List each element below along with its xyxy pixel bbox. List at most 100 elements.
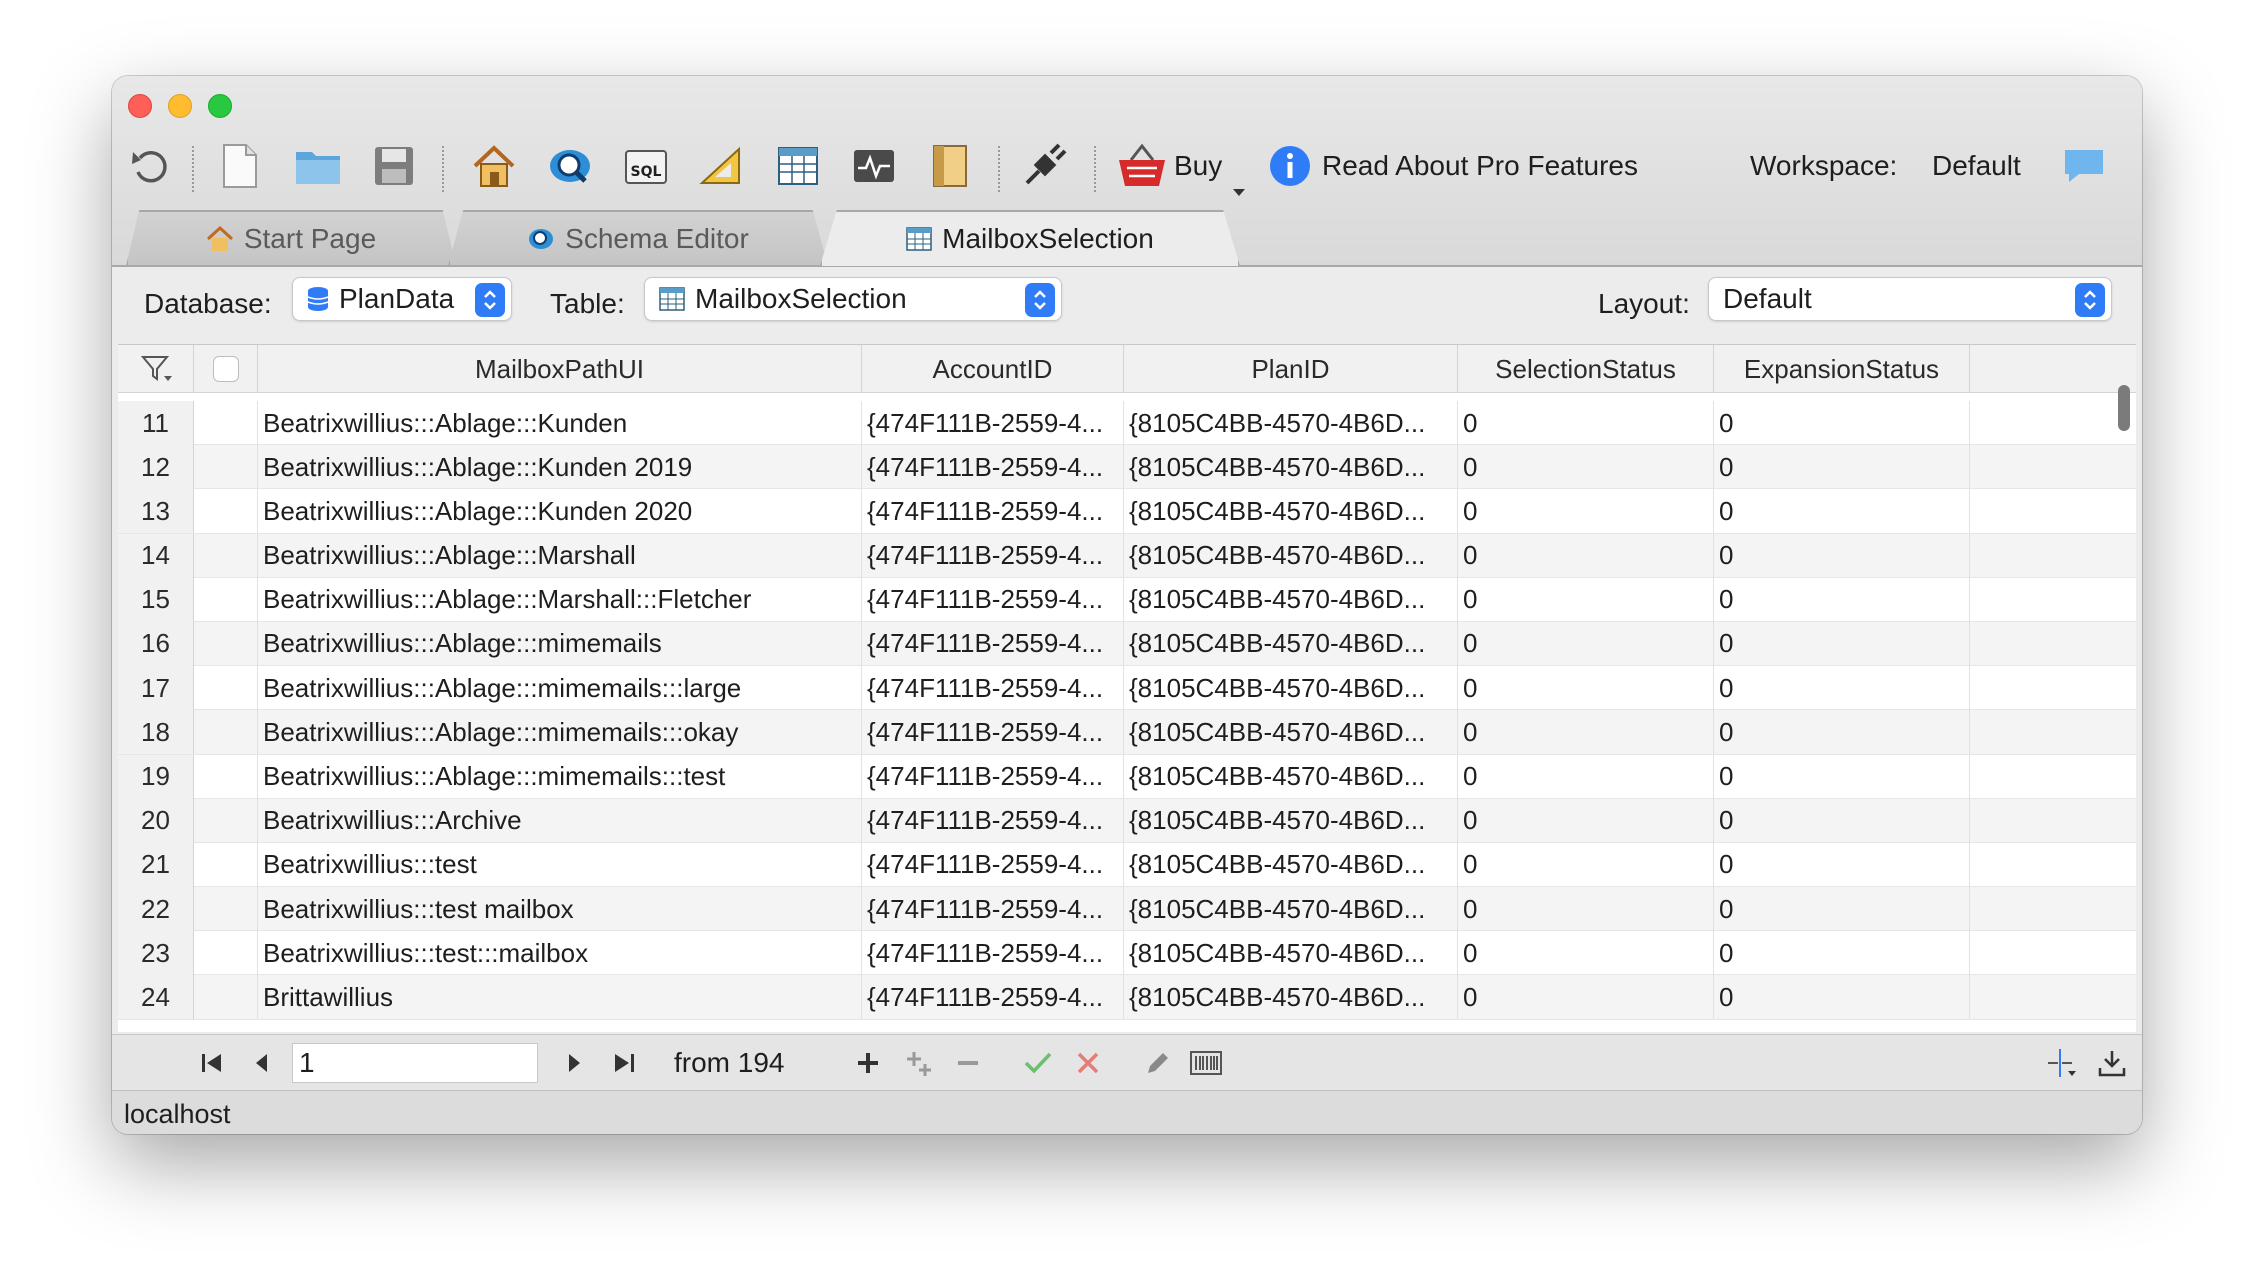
table-cell[interactable]: Brittawillius bbox=[258, 975, 862, 1020]
row-select-cell[interactable] bbox=[194, 401, 258, 445]
table-cell[interactable]: Beatrixwillius:::Ablage:::mimemails bbox=[258, 621, 862, 666]
table-cell[interactable]: 0 bbox=[1458, 710, 1714, 755]
table-cell[interactable]: {8105C4BB-4570-4B6D... bbox=[1124, 887, 1458, 932]
column-header[interactable]: AccountID bbox=[862, 345, 1124, 393]
row-select-cell[interactable] bbox=[194, 754, 258, 799]
row-select-cell[interactable] bbox=[194, 666, 258, 711]
table-cell[interactable]: {8105C4BB-4570-4B6D... bbox=[1124, 931, 1458, 976]
table-cell[interactable]: Beatrixwillius:::test mailbox bbox=[258, 887, 862, 932]
zoom-window-button[interactable] bbox=[208, 94, 232, 118]
previous-page-icon[interactable] bbox=[244, 1045, 280, 1081]
table-row[interactable]: 21 Beatrixwillius:::test {474F111B-2559-4.… bbox=[118, 842, 2136, 888]
basket-icon[interactable] bbox=[1116, 140, 1168, 192]
discard-changes-icon[interactable] bbox=[1070, 1045, 1106, 1081]
table-cell[interactable]: 0 bbox=[1714, 887, 1970, 932]
table-row[interactable]: 15 Beatrixwillius:::Ablage:::Marshall:::F… bbox=[118, 577, 2136, 622]
connect-plug-icon[interactable] bbox=[1018, 140, 1070, 192]
table-cell[interactable]: Beatrixwillius:::Ablage:::Marshall bbox=[258, 533, 862, 578]
row-select-cell[interactable] bbox=[194, 445, 258, 490]
chat-bubble-icon[interactable] bbox=[2058, 140, 2110, 192]
table-cell[interactable]: 0 bbox=[1458, 798, 1714, 843]
table-cell[interactable]: 0 bbox=[1458, 401, 1714, 445]
table-cell[interactable]: {474F111B-2559-4... bbox=[862, 710, 1124, 755]
row-select-cell[interactable] bbox=[194, 798, 258, 843]
page-number-input[interactable]: 1 bbox=[292, 1043, 538, 1083]
last-page-icon[interactable] bbox=[606, 1045, 642, 1081]
table-row[interactable]: 22 Beatrixwillius:::test mailbox {474F111B… bbox=[118, 887, 2136, 932]
table-row[interactable]: 12 Beatrixwillius:::Ablage:::Kunden 2019{… bbox=[118, 445, 2136, 490]
delete-row-icon[interactable] bbox=[950, 1045, 986, 1081]
table-cell[interactable]: {8105C4BB-4570-4B6D... bbox=[1124, 621, 1458, 666]
column-header[interactable]: SelectionStatus bbox=[1458, 345, 1714, 393]
table-cell[interactable]: {474F111B-2559-4... bbox=[862, 754, 1124, 799]
save-icon[interactable] bbox=[368, 140, 420, 192]
row-select-cell[interactable] bbox=[194, 621, 258, 666]
table-cell[interactable]: 0 bbox=[1714, 710, 1970, 755]
row-select-cell[interactable] bbox=[194, 533, 258, 578]
tab-schema-editor[interactable]: Schema Editor bbox=[448, 210, 828, 266]
table-row[interactable]: 13 Beatrixwillius:::Ablage:::Kunden 2020{… bbox=[118, 489, 2136, 534]
read-pro-features-link[interactable]: Read About Pro Features bbox=[1322, 150, 1638, 182]
table-cell[interactable]: {8105C4BB-4570-4B6D... bbox=[1124, 754, 1458, 799]
table-cell[interactable]: 0 bbox=[1714, 445, 1970, 490]
table-cell[interactable]: Beatrixwillius:::Ablage:::mimemails:::te… bbox=[258, 754, 862, 799]
home-icon[interactable] bbox=[468, 140, 520, 192]
table-cell[interactable]: {474F111B-2559-4... bbox=[862, 401, 1124, 445]
table-row[interactable]: 23 Beatrixwillius:::test:::mailbox {474F11… bbox=[118, 931, 2136, 976]
undo-icon[interactable] bbox=[124, 140, 176, 192]
table-cell[interactable]: 0 bbox=[1458, 754, 1714, 799]
table-row[interactable]: 14 Beatrixwillius:::Ablage:::Marshall {474… bbox=[118, 533, 2136, 578]
open-folder-icon[interactable] bbox=[292, 140, 344, 192]
table-row[interactable]: 17 Beatrixwillius:::Ablage:::mimemails:::… bbox=[118, 666, 2136, 711]
table-cell[interactable]: {474F111B-2559-4... bbox=[862, 621, 1124, 666]
table-row[interactable]: 20 Beatrixwillius:::Archive {474F111B-2559… bbox=[118, 798, 2136, 843]
table-cell[interactable]: 0 bbox=[1458, 489, 1714, 534]
table-cell[interactable]: 0 bbox=[1458, 533, 1714, 578]
column-split-icon[interactable] bbox=[2044, 1045, 2080, 1081]
table-cell[interactable]: {474F111B-2559-4... bbox=[862, 842, 1124, 887]
buy-button[interactable]: Buy bbox=[1174, 150, 1222, 182]
table-cell[interactable]: {8105C4BB-4570-4B6D... bbox=[1124, 710, 1458, 755]
table-row[interactable]: 19 Beatrixwillius:::Ablage:::mimemails:::… bbox=[118, 754, 2136, 799]
info-icon[interactable] bbox=[1264, 140, 1316, 192]
table-cell[interactable]: {474F111B-2559-4... bbox=[862, 798, 1124, 843]
table-cell[interactable]: Beatrixwillius:::Ablage:::Kunden 2019 bbox=[258, 445, 862, 490]
new-file-icon[interactable] bbox=[214, 140, 266, 192]
row-select-cell[interactable] bbox=[194, 489, 258, 534]
layout-select[interactable]: Default bbox=[1708, 277, 2112, 321]
table-cell[interactable]: {8105C4BB-4570-4B6D... bbox=[1124, 975, 1458, 1020]
first-page-icon[interactable] bbox=[194, 1045, 230, 1081]
table-cell[interactable]: {474F111B-2559-4... bbox=[862, 489, 1124, 534]
table-cell[interactable]: Beatrixwillius:::Ablage:::Marshall:::Fle… bbox=[258, 577, 862, 622]
table-icon[interactable] bbox=[772, 140, 824, 192]
table-cell[interactable]: 0 bbox=[1458, 577, 1714, 622]
table-cell[interactable]: 0 bbox=[1714, 931, 1970, 976]
table-cell[interactable]: Beatrixwillius:::Ablage:::mimemails:::la… bbox=[258, 666, 862, 711]
buy-dropdown-icon[interactable] bbox=[1232, 188, 1246, 198]
table-cell[interactable]: {8105C4BB-4570-4B6D... bbox=[1124, 533, 1458, 578]
row-select-cell[interactable] bbox=[194, 887, 258, 932]
table-row[interactable]: 18 Beatrixwillius:::Ablage:::mimemails:::… bbox=[118, 710, 2136, 755]
duplicate-row-icon[interactable] bbox=[900, 1045, 936, 1081]
table-cell[interactable]: {474F111B-2559-4... bbox=[862, 577, 1124, 622]
column-header[interactable]: PlanID bbox=[1124, 345, 1458, 393]
table-cell[interactable]: 0 bbox=[1458, 842, 1714, 887]
table-cell[interactable]: 0 bbox=[1458, 887, 1714, 932]
export-download-icon[interactable] bbox=[2094, 1045, 2130, 1081]
table-cell[interactable]: {8105C4BB-4570-4B6D... bbox=[1124, 445, 1458, 490]
table-cell[interactable]: {474F111B-2559-4... bbox=[862, 887, 1124, 932]
row-select-cell[interactable] bbox=[194, 975, 258, 1020]
table-cell[interactable]: {474F111B-2559-4... bbox=[862, 666, 1124, 711]
table-cell[interactable]: {8105C4BB-4570-4B6D... bbox=[1124, 798, 1458, 843]
table-cell[interactable]: 0 bbox=[1458, 931, 1714, 976]
column-header[interactable]: MailboxPathUI bbox=[258, 345, 862, 393]
table-cell[interactable]: 0 bbox=[1458, 445, 1714, 490]
table-cell[interactable]: 0 bbox=[1458, 666, 1714, 711]
table-cell[interactable]: 0 bbox=[1714, 533, 1970, 578]
vertical-scrollbar[interactable] bbox=[2118, 385, 2130, 431]
tab-mailboxselection[interactable]: MailboxSelection bbox=[820, 210, 1240, 266]
table-cell[interactable]: 0 bbox=[1714, 798, 1970, 843]
table-cell[interactable]: {8105C4BB-4570-4B6D... bbox=[1124, 489, 1458, 534]
tab-start-page[interactable]: Start Page bbox=[126, 210, 456, 266]
column-header[interactable]: ExpansionStatus bbox=[1714, 345, 1970, 393]
